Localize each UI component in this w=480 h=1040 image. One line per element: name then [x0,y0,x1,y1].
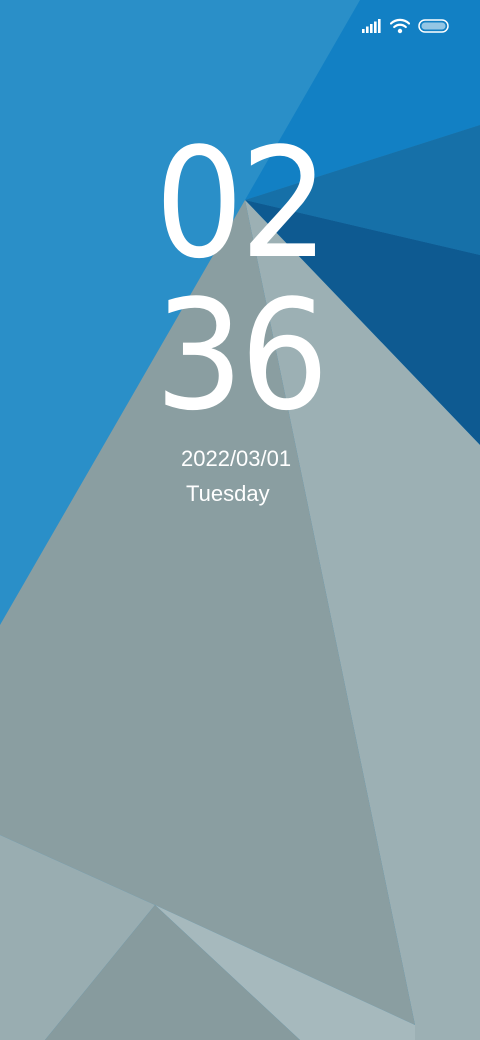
clock-hours: 02 [154,115,329,292]
date-text: 2022/03/01 [181,446,292,471]
status-bar [362,14,450,38]
wifi-icon [390,18,410,34]
signal-icon [362,19,382,33]
battery-icon [418,19,450,33]
clock-minutes: 36 [154,267,329,444]
weekday-text: Tuesday [186,481,270,506]
